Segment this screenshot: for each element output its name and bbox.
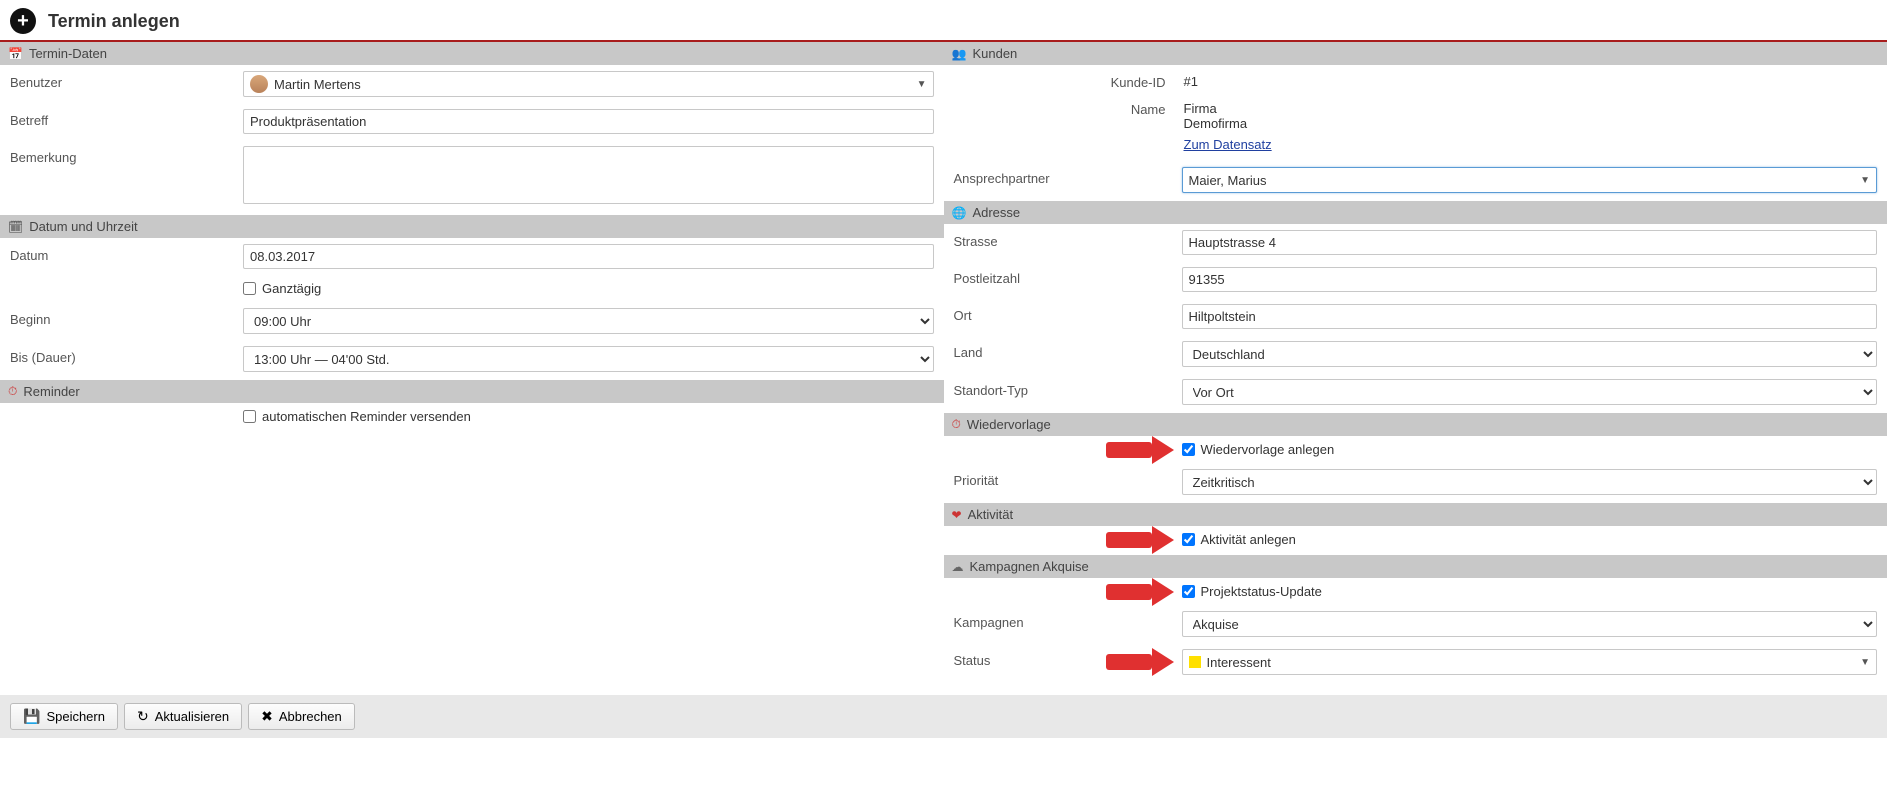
page-title: Termin anlegen — [48, 11, 180, 32]
betreff-input[interactable] — [243, 109, 934, 134]
zum-datensatz-link[interactable]: Zum Datensatz — [1184, 137, 1272, 152]
prio-select[interactable]: Zeitkritisch — [1182, 469, 1878, 495]
section-reminder: ⏱ Reminder — [0, 380, 944, 403]
section-title: Kampagnen Akquise — [970, 559, 1089, 574]
status-color-swatch — [1189, 656, 1201, 668]
clock-icon: ⏱ — [952, 417, 961, 432]
datum-input[interactable] — [243, 244, 934, 269]
ansprechpartner-label: Ansprechpartner — [954, 167, 1174, 186]
projektstatus-update-checkbox[interactable] — [1182, 585, 1195, 598]
chevron-down-icon: ▼ — [1860, 175, 1870, 186]
refresh-button-label: Aktualisieren — [155, 709, 229, 724]
section-termin-daten: 📅 Termin-Daten — [0, 42, 944, 65]
section-title: Adresse — [972, 205, 1020, 220]
projektstatus-update-label: Projektstatus-Update — [1201, 584, 1322, 599]
section-kunden: 👥 Kunden — [944, 42, 1887, 65]
benutzer-label: Benutzer — [10, 71, 235, 90]
left-column: 📅 Termin-Daten Benutzer Martin Mertens ▼… — [0, 42, 944, 683]
section-aktivitaet: ❤ Aktivität — [944, 503, 1887, 526]
section-title: Wiedervorlage — [967, 417, 1051, 432]
kunde-name-line2: Demofirma — [1182, 116, 1878, 134]
bemerkung-label: Bemerkung — [10, 146, 235, 165]
kunde-id-label: Kunde-ID — [954, 71, 1174, 90]
aktivitaet-anlegen-label: Aktivität anlegen — [1201, 532, 1296, 547]
ganztaegig-label: Ganztägig — [262, 281, 321, 296]
auto-reminder-label: automatischen Reminder versenden — [262, 409, 471, 424]
save-button-label: Speichern — [46, 709, 105, 724]
bemerkung-textarea[interactable] — [243, 146, 934, 204]
cancel-button-label: Abbrechen — [279, 709, 342, 724]
kunde-name-label: Name — [954, 98, 1174, 117]
annotation-arrow-icon — [1106, 526, 1174, 554]
beginn-select[interactable]: 09:00 Uhr — [243, 308, 934, 334]
benutzer-value: Martin Mertens — [274, 77, 361, 92]
section-title: Kunden — [972, 46, 1017, 61]
strasse-label: Strasse — [954, 230, 1174, 249]
datum-label: Datum — [10, 244, 235, 263]
beginn-label: Beginn — [10, 308, 235, 327]
bis-select[interactable]: 13:00 Uhr — 04'00 Std. — [243, 346, 934, 372]
section-title: Termin-Daten — [29, 46, 107, 61]
ganztaegig-checkbox[interactable] — [243, 282, 256, 295]
wiedervorlage-anlegen-checkbox[interactable] — [1182, 443, 1195, 456]
annotation-arrow-icon — [1106, 436, 1174, 464]
status-select[interactable]: Interessent ▼ — [1182, 649, 1878, 675]
save-icon: 💾 — [23, 708, 40, 725]
chevron-down-icon: ▼ — [1860, 657, 1870, 668]
aktivitaet-anlegen-checkbox[interactable] — [1182, 533, 1195, 546]
users-icon: 👥 — [952, 47, 967, 61]
section-kampagnen: ☁ Kampagnen Akquise — [944, 555, 1887, 578]
ansprechpartner-select[interactable]: Maier, Marius ▼ — [1182, 167, 1878, 193]
plz-label: Postleitzahl — [954, 267, 1174, 286]
kunde-name-line1: Firma — [1182, 98, 1878, 116]
auto-reminder-checkbox[interactable] — [243, 410, 256, 423]
section-title: Aktivität — [968, 507, 1014, 522]
chevron-down-icon: ▼ — [917, 79, 927, 90]
plus-circle-icon: + — [10, 8, 36, 34]
calendar-icon: 🗓 — [8, 220, 23, 234]
plz-input[interactable] — [1182, 267, 1878, 292]
section-title: Reminder — [23, 384, 79, 399]
ansprechpartner-value: Maier, Marius — [1189, 173, 1267, 188]
annotation-arrow-icon — [1106, 648, 1174, 676]
wiedervorlage-anlegen-label: Wiedervorlage anlegen — [1201, 442, 1335, 457]
globe-icon: 🌐 — [952, 206, 967, 220]
section-title: Datum und Uhrzeit — [29, 219, 137, 234]
benutzer-select[interactable]: Martin Mertens ▼ — [243, 71, 934, 97]
close-icon: ✖ — [261, 708, 273, 725]
calendar-icon: 📅 — [8, 47, 23, 61]
refresh-button[interactable]: ↻ Aktualisieren — [124, 703, 242, 730]
standort-label: Standort-Typ — [954, 379, 1174, 398]
right-column: 👥 Kunden Kunde-ID #1 Name Firma Demofirm… — [944, 42, 1887, 683]
kampagne-select[interactable]: Akquise — [1182, 611, 1878, 637]
prio-label: Priorität — [954, 469, 1174, 488]
cancel-button[interactable]: ✖ Abbrechen — [248, 703, 355, 730]
standort-select[interactable]: Vor Ort — [1182, 379, 1878, 405]
kampagne-label: Kampagnen — [954, 611, 1174, 630]
clock-icon: ⏱ — [8, 384, 17, 399]
heart-icon: ❤ — [952, 508, 962, 522]
ort-input[interactable] — [1182, 304, 1878, 329]
user-avatar-icon — [250, 75, 268, 93]
section-wiedervorlage: ⏱ Wiedervorlage — [944, 413, 1887, 436]
bis-label: Bis (Dauer) — [10, 346, 235, 365]
strasse-input[interactable] — [1182, 230, 1878, 255]
section-adresse: 🌐 Adresse — [944, 201, 1887, 224]
button-bar: 💾 Speichern ↻ Aktualisieren ✖ Abbrechen — [0, 695, 1887, 738]
save-button[interactable]: 💾 Speichern — [10, 703, 118, 730]
ort-label: Ort — [954, 304, 1174, 323]
page-header: + Termin anlegen — [0, 0, 1887, 42]
cloud-icon: ☁ — [952, 560, 964, 574]
refresh-icon: ↻ — [137, 708, 149, 725]
kunde-id-value: #1 — [1182, 71, 1878, 92]
section-datum-uhrzeit: 🗓 Datum und Uhrzeit — [0, 215, 944, 238]
annotation-arrow-icon — [1106, 578, 1174, 606]
status-value: Interessent — [1207, 655, 1271, 670]
land-select[interactable]: Deutschland — [1182, 341, 1878, 367]
betreff-label: Betreff — [10, 109, 235, 128]
land-label: Land — [954, 341, 1174, 360]
